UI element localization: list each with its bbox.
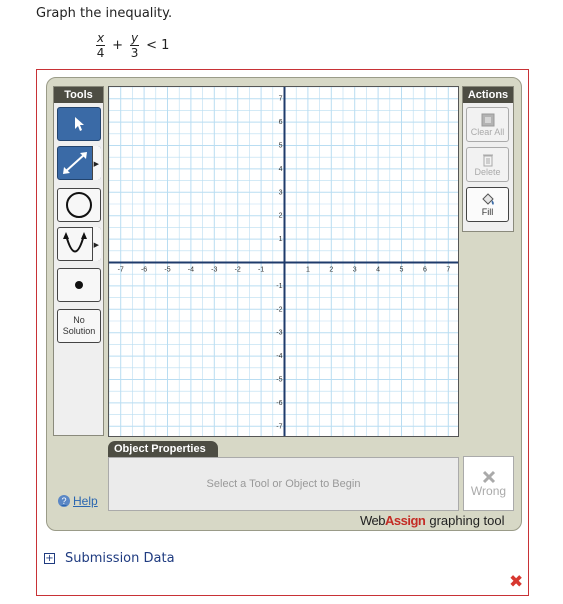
object-properties-tab: Object Properties	[108, 441, 218, 458]
clear-all-button[interactable]: Clear All	[466, 107, 509, 142]
y-tick-label: 4	[279, 166, 283, 173]
wrong-label: Wrong	[470, 483, 507, 498]
numerator-y: y	[130, 31, 140, 46]
x-tick-label: 7	[446, 267, 450, 274]
y-tick-label: 6	[279, 119, 283, 126]
point-dot-icon	[75, 281, 83, 289]
x-tick-label: 2	[329, 267, 333, 274]
x-tick-label: -7	[118, 267, 124, 274]
denominator-4: 4	[96, 46, 105, 60]
y-tick-label: 7	[279, 96, 283, 103]
fraction-y-over-3: y 3	[130, 31, 140, 60]
parabola-tool-button[interactable]: ▶	[57, 227, 101, 261]
clear-all-icon	[481, 113, 494, 126]
y-tick-label: -3	[276, 330, 282, 337]
no-solution-button[interactable]: No Solution	[57, 309, 101, 343]
gray-x-icon	[482, 470, 495, 483]
y-tick-label: -4	[276, 353, 282, 360]
pointer-tool-button[interactable]	[57, 107, 101, 141]
y-tick-label: 3	[279, 189, 283, 196]
fill-label: Fill	[481, 206, 494, 217]
x-tick-label: 1	[306, 267, 310, 274]
inequality-formula: x 4 + y 3 < 1	[92, 31, 172, 60]
no-solution-label-line1: No	[73, 315, 85, 325]
actions-header: Actions	[463, 87, 513, 103]
help-icon: ?	[58, 495, 70, 507]
fill-button[interactable]: Fill	[466, 187, 509, 222]
y-tick-label: 1	[279, 236, 283, 243]
question-text: Graph the inequality.	[36, 6, 173, 21]
line-submenu-caret[interactable]: ▶	[94, 160, 99, 168]
graph-canvas[interactable]: -7 -6 -5 -4 -3 -2 -1 1 2 3 4 5 6 7 7 6 5 4 3 2 1 -1 -2 -3 -4 -5 -6…	[108, 86, 459, 437]
denominator-3: 3	[130, 46, 139, 60]
x-tick-label: -2	[235, 267, 241, 274]
fraction-x-over-4: x 4	[96, 31, 106, 60]
x-tick-label: -3	[211, 267, 217, 274]
expand-plus-icon[interactable]: +	[44, 553, 55, 564]
tools-header: Tools	[54, 87, 103, 103]
y-tick-label: 2	[279, 213, 283, 220]
x-tick-label: -4	[188, 267, 194, 274]
help-label: Help	[73, 494, 98, 508]
paint-bucket-icon	[481, 192, 494, 205]
trash-icon	[482, 154, 493, 166]
y-tick-label: 5	[279, 143, 283, 150]
circle-tool-button[interactable]	[57, 188, 101, 222]
parabola-submenu-caret[interactable]: ▶	[94, 241, 99, 249]
x-tick-label: 5	[400, 267, 404, 274]
brand-suffix: graphing tool	[429, 513, 505, 528]
red-x-icon: ✖	[509, 572, 524, 592]
webassign-brand: WebAssign graphing tool	[360, 513, 505, 528]
delete-label: Delete	[474, 166, 501, 177]
object-properties-box: Select a Tool or Object to Begin	[108, 457, 459, 511]
no-solution-label-line2: Solution	[62, 326, 96, 336]
submission-data-toggle[interactable]: + Submission Data	[44, 551, 175, 566]
submission-data-label[interactable]: Submission Data	[65, 551, 175, 566]
cursor-arrow-icon	[75, 117, 84, 131]
brand-web: Web	[360, 513, 386, 528]
y-tick-label: -7	[276, 423, 282, 430]
delete-button[interactable]: Delete	[466, 147, 509, 182]
x-tick-label: 4	[376, 267, 380, 274]
numerator-x: x	[96, 31, 106, 46]
x-tick-label: -6	[141, 267, 147, 274]
x-tick-label: -5	[164, 267, 170, 274]
brand-assign: Assign	[385, 513, 426, 528]
help-link[interactable]: ? Help	[58, 494, 98, 508]
y-tick-label: -1	[276, 283, 282, 290]
y-tick-label: -5	[276, 377, 282, 384]
wrong-status-box: Wrong	[463, 456, 514, 511]
plus-sign: +	[112, 38, 124, 53]
y-tick-label: -2	[276, 306, 282, 313]
x-tick-label: 6	[423, 267, 427, 274]
point-tool-button[interactable]	[57, 268, 101, 302]
x-tick-label: -1	[258, 267, 264, 274]
x-tick-label: 3	[353, 267, 357, 274]
parabola-icon	[63, 232, 87, 253]
coordinate-grid[interactable]: -7 -6 -5 -4 -3 -2 -1 1 2 3 4 5 6 7 7 6 5 4 3 2 1 -1 -2 -3 -4 -5 -6…	[109, 87, 459, 437]
clear-all-label: Clear All	[470, 126, 505, 137]
double-arrow-line-icon	[63, 152, 87, 174]
rhs-less-than-1: < 1	[146, 38, 170, 53]
y-tick-label: -6	[276, 400, 282, 407]
circle-icon	[66, 192, 92, 218]
object-properties-placeholder: Select a Tool or Object to Begin	[206, 478, 361, 490]
line-tool-button[interactable]: ▶	[57, 146, 101, 180]
